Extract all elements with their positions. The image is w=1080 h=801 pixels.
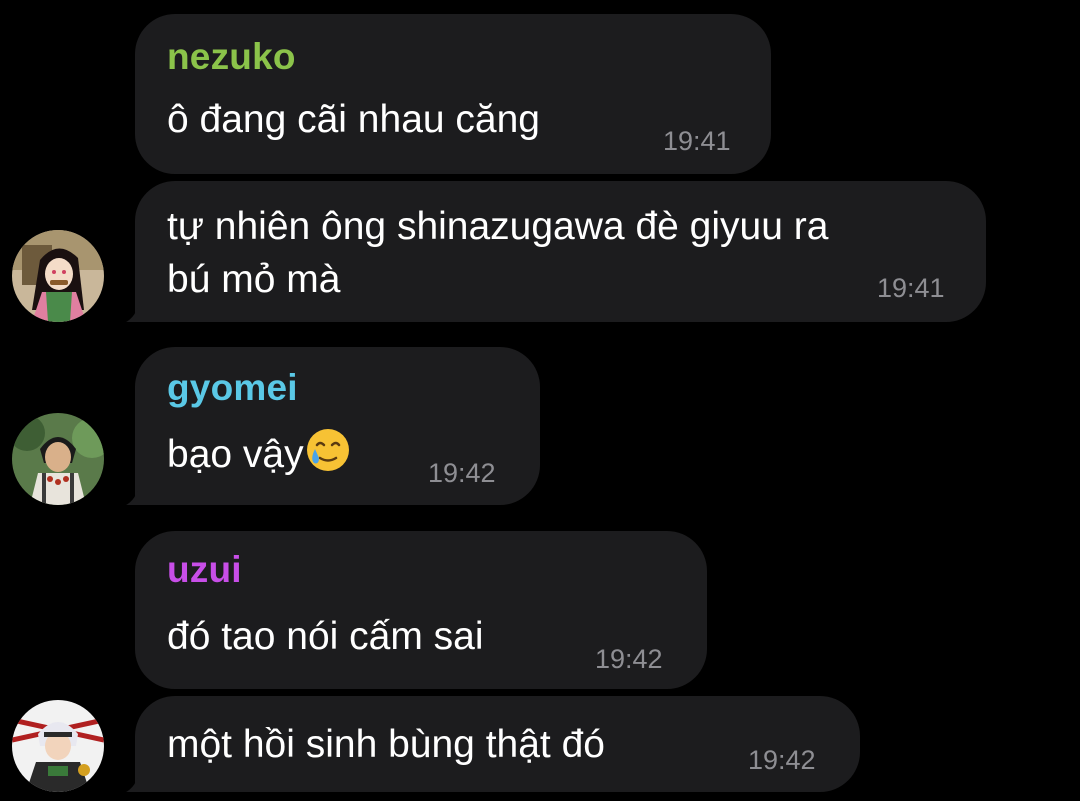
message-bubble[interactable]: nezuko ô đang cãi nhau căng 19:41 [135,14,771,174]
sender-name[interactable]: gyomei [167,367,298,409]
message-bubble[interactable]: tự nhiên ông shinazugawa đè giyuu ra bú … [135,181,986,322]
message-time: 19:42 [595,644,663,674]
uzui-avatar[interactable] [12,700,104,792]
message-bubble[interactable]: một hồi sinh bùng thật đó 19:42 [135,696,860,792]
gyomei-avatar[interactable] [12,413,104,505]
message-text: bạo vậy [167,427,351,486]
message-time: 19:42 [748,745,816,775]
message-text-content: bạo vậy [167,433,304,476]
bubble-tail [126,475,160,505]
message-text: đó tao nói cấm sai [167,615,484,658]
message-text-line: tự nhiên ông shinazugawa đè giyuu ra [167,205,829,248]
message-time: 19:41 [663,126,731,156]
sender-name[interactable]: nezuko [167,36,296,78]
message-text-line: bú mỏ mà [167,258,341,301]
message-bubble[interactable]: gyomei bạo vậy 19:42 [135,347,540,505]
crying-smile-emoji [305,427,351,486]
sender-name[interactable]: uzui [167,549,242,591]
bubble-tail [126,762,160,792]
message-time: 19:42 [428,458,496,488]
message-text: một hồi sinh bùng thật đó [167,723,605,766]
message-text: ô đang cãi nhau căng [167,98,540,141]
message-bubble[interactable]: uzui đó tao nói cấm sai 19:42 [135,531,707,689]
bubble-tail [126,292,160,322]
message-time: 19:41 [877,273,945,303]
nezuko-avatar[interactable] [12,230,104,322]
